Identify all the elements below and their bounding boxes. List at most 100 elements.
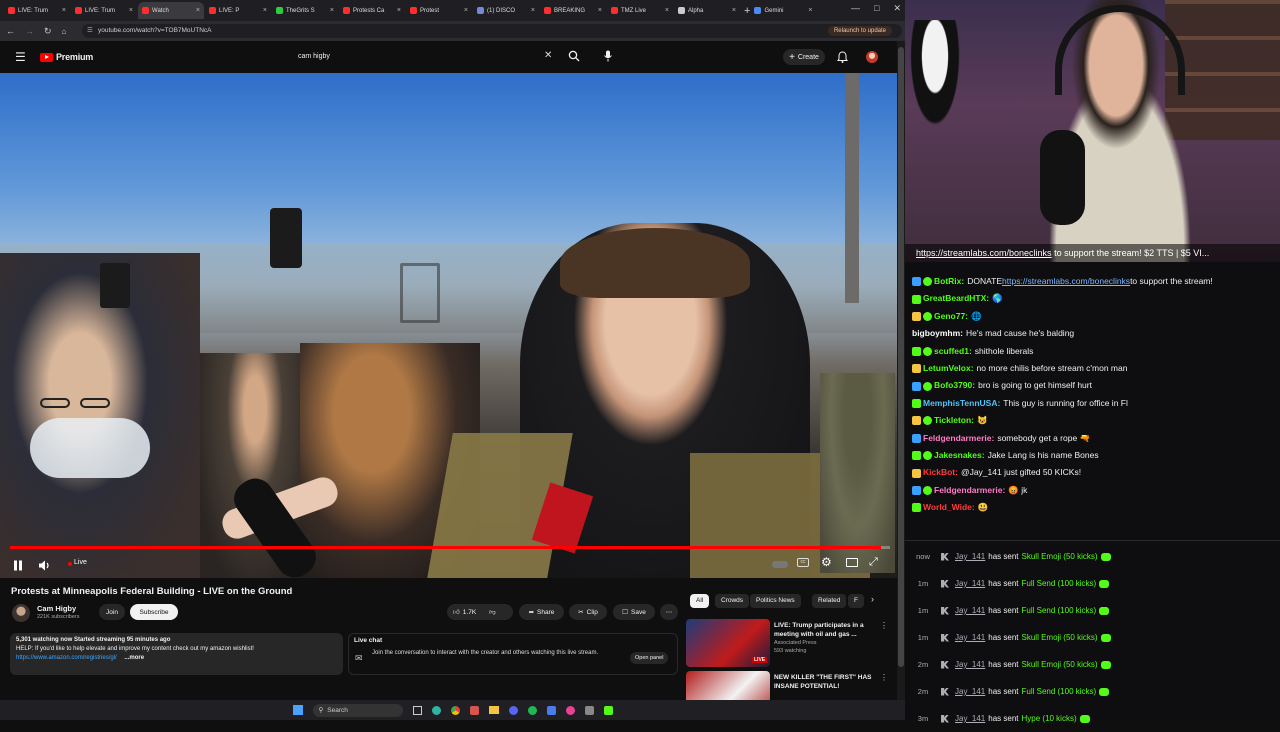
taskbar-search[interactable]: ⚲ Search [312, 703, 403, 717]
event-username[interactable]: Jay_141 [955, 687, 985, 696]
menu-icon[interactable]: ☰ [15, 50, 26, 64]
chrome-icon[interactable] [450, 705, 460, 715]
chat-username[interactable]: bigboymhm: [912, 325, 963, 342]
open-panel-button[interactable]: Open panel [630, 652, 669, 664]
url-field[interactable]: ☰ youtube.com/watch?v=TOB7MoUTNcA Relaun… [82, 24, 902, 38]
close-tab-icon[interactable]: × [196, 7, 200, 14]
close-tab-icon[interactable]: × [808, 7, 812, 14]
dislike-button[interactable]: 👎︎ [489, 608, 496, 616]
chat-username[interactable]: MemphisTennUSA: [923, 395, 1000, 412]
chat-username[interactable]: Bofo3790: [934, 377, 975, 394]
scrollbar-thumb[interactable] [898, 47, 904, 667]
close-tab-icon[interactable]: × [129, 7, 133, 14]
description-link[interactable]: https://www.amazon.com/registries/gl/ [16, 655, 117, 661]
start-icon[interactable] [292, 705, 303, 715]
page-scrollbar[interactable] [897, 41, 905, 700]
close-tab-icon[interactable]: × [397, 7, 401, 14]
banner-link[interactable]: https://streamlabs.com/boneclinks [916, 248, 1052, 258]
app-icon[interactable] [546, 705, 556, 715]
chat-username[interactable]: World_Wide: [923, 499, 975, 516]
video-player[interactable]: Live cc ⚙ ⤢ [0, 73, 897, 578]
pause-icon[interactable] [13, 558, 23, 576]
create-button[interactable]: + Create [783, 49, 825, 65]
event-username[interactable]: Jay_141 [955, 660, 985, 669]
chat-username[interactable]: Jakesnakes: [934, 447, 985, 464]
channel-name[interactable]: Cam Higby [37, 604, 76, 613]
close-tab-icon[interactable]: × [330, 7, 334, 14]
spotify-icon[interactable] [527, 705, 537, 715]
chips-next-icon[interactable]: › [871, 594, 874, 604]
search-icon[interactable] [568, 49, 580, 67]
browser-tab[interactable]: Watch × [138, 2, 204, 19]
minimize-icon[interactable]: — [851, 3, 860, 14]
chip-all[interactable]: All [690, 594, 710, 608]
chat-username[interactable]: Feldgendarmerie: [934, 482, 1005, 499]
browser-tab[interactable]: LIVE: Trum × [71, 2, 137, 19]
close-tab-icon[interactable]: × [598, 7, 602, 14]
save-button[interactable]: ☐ Save [613, 604, 655, 620]
browser-tab[interactable]: BREAKING × [540, 2, 606, 19]
chip-politics-news[interactable]: Politics News [750, 594, 801, 608]
chip-crowds[interactable]: Crowds [715, 594, 750, 608]
miniplayer-icon[interactable] [846, 558, 858, 567]
maximize-icon[interactable]: □ [874, 3, 879, 14]
chat-username[interactable]: KickBot: [923, 464, 958, 481]
description-box[interactable]: 5,301 watching now Started streaming 95 … [10, 633, 343, 675]
app-icon[interactable] [565, 705, 575, 715]
chat-username[interactable]: LetumVelox: [923, 360, 974, 377]
more-actions-button[interactable]: ⋯ [660, 604, 678, 620]
app-icon[interactable] [584, 705, 594, 715]
recommended-menu-icon[interactable]: ⋮ [880, 673, 888, 682]
task-view-icon[interactable] [412, 705, 422, 715]
back-icon[interactable]: ← [6, 26, 15, 36]
close-tab-icon[interactable]: × [62, 7, 66, 14]
browser-tab[interactable]: LIVE: Trum × [4, 2, 70, 19]
browser-tab[interactable]: Protest × [406, 2, 472, 19]
search-box[interactable]: cam higby ✕ [292, 49, 560, 66]
app-icon[interactable] [469, 705, 479, 715]
chat-username[interactable]: Geno77: [934, 308, 968, 325]
youtube-logo[interactable]: Premium [40, 52, 93, 62]
kick-app-icon[interactable] [603, 705, 613, 715]
chat-username[interactable]: GreatBeardHTX: [923, 290, 989, 307]
chat-username[interactable]: BotRix: [934, 273, 964, 290]
event-username[interactable]: Jay_141 [955, 552, 985, 561]
fullscreen-icon[interactable]: ⤢ [869, 556, 878, 569]
event-username[interactable]: Jay_141 [955, 714, 985, 723]
edge-icon[interactable] [431, 705, 441, 715]
chat-username[interactable]: Feldgendarmerie: [923, 430, 994, 447]
channel-avatar[interactable] [12, 604, 30, 622]
close-window-icon[interactable]: ✕ [893, 3, 901, 14]
recommended-item[interactable]: NEW KILLER "THE FIRST" HAS INSANE POTENT… [686, 671, 896, 700]
close-tab-icon[interactable]: × [263, 7, 267, 14]
clip-button[interactable]: ✂ Clip [569, 604, 607, 620]
browser-tab[interactable]: TMZ Live × [607, 2, 673, 19]
browser-tab[interactable]: LIVE: P × [205, 2, 271, 19]
relaunch-button[interactable]: Relaunch to update [827, 26, 892, 36]
browser-tab[interactable]: (1) DISCO × [473, 2, 539, 19]
home-icon[interactable]: ⌂ [62, 27, 67, 36]
site-info-icon[interactable]: ☰ [87, 24, 93, 38]
close-tab-icon[interactable]: × [531, 7, 535, 14]
chip-related[interactable]: Related [812, 594, 847, 608]
chat-username[interactable]: scuffed1: [934, 343, 972, 360]
notifications-bell-icon[interactable] [837, 50, 848, 68]
browser-tab[interactable]: TheGrits S × [272, 2, 338, 19]
more-link[interactable]: ...more [124, 655, 144, 661]
browser-tab[interactable]: Gemini × [750, 2, 816, 19]
app-icon[interactable] [508, 705, 518, 715]
share-button[interactable]: ➦ Share [519, 604, 564, 620]
folder-icon[interactable] [488, 706, 499, 714]
recommended-item[interactable]: LIVE LIVE: Trump participates in a meeti… [686, 619, 896, 667]
event-username[interactable]: Jay_141 [955, 633, 985, 642]
event-username[interactable]: Jay_141 [955, 606, 985, 615]
event-username[interactable]: Jay_141 [955, 579, 985, 588]
chip-f[interactable]: F [848, 594, 864, 608]
browser-tab[interactable]: Protests Ca × [339, 2, 405, 19]
reload-icon[interactable]: ↻ [44, 26, 52, 37]
microphone-icon[interactable] [603, 49, 613, 67]
join-button[interactable]: Join [99, 604, 125, 620]
search-input[interactable]: cam higby [298, 53, 330, 60]
settings-gear-icon[interactable]: ⚙ [821, 555, 832, 569]
forward-icon[interactable]: → [25, 26, 34, 36]
